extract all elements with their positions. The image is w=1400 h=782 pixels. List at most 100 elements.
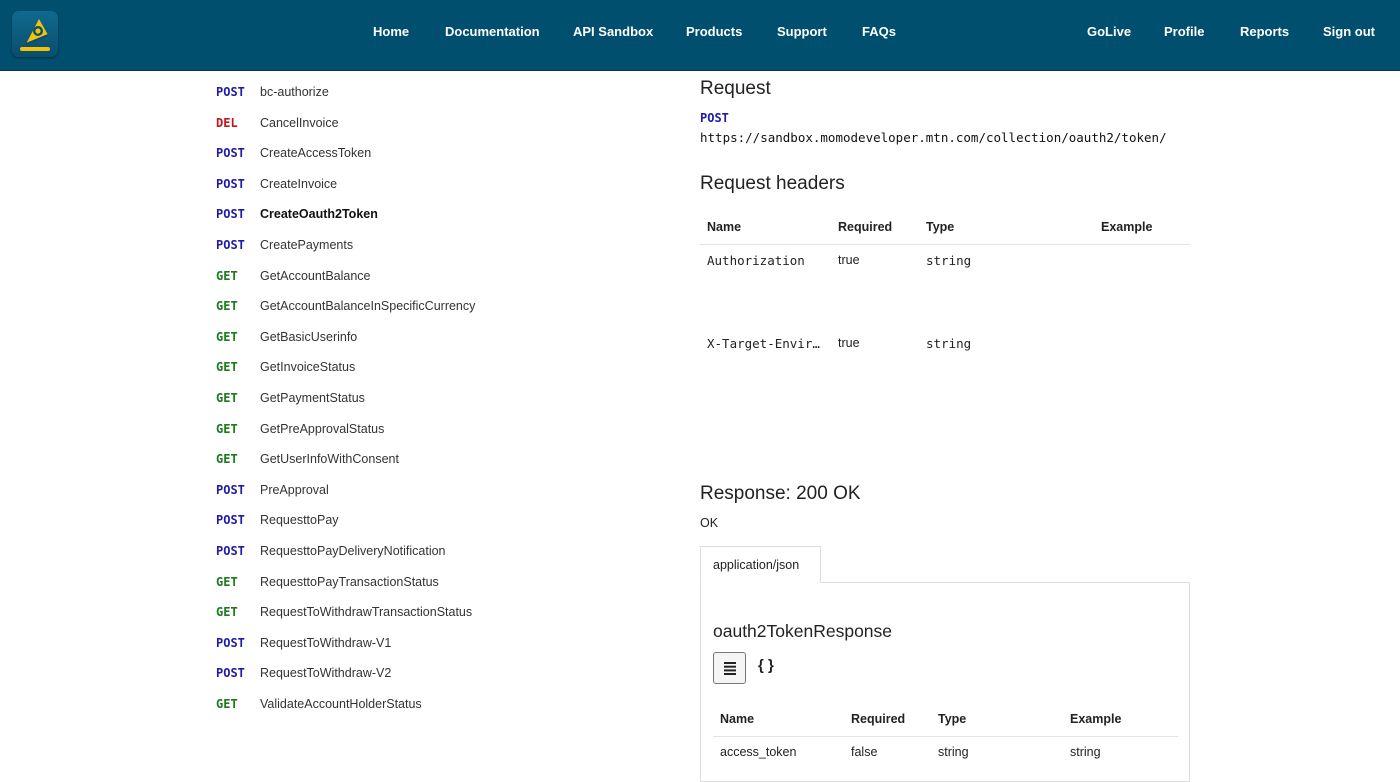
http-method-badge: POST <box>216 238 245 252</box>
operation-item-getaccountbalance[interactable]: GET GetAccountBalance <box>216 266 516 288</box>
operation-item-cancelinvoice[interactable]: DEL CancelInvoice <box>216 113 516 135</box>
operation-name: GetPaymentStatus <box>260 391 365 405</box>
schema-row-example: string <box>1070 745 1101 759</box>
operation-name: RequesttoPayDeliveryNotification <box>260 544 446 558</box>
http-method-badge: GET <box>216 575 238 589</box>
operation-item-preapproval[interactable]: POST PreApproval <box>216 480 516 502</box>
column-header-name: Name <box>720 712 755 726</box>
column-header-example: Example <box>1070 712 1122 726</box>
operation-item-createpayments[interactable]: POST CreatePayments <box>216 235 516 257</box>
request-title: Request <box>700 78 771 99</box>
http-method-badge: POST <box>216 85 245 99</box>
operation-name: PreApproval <box>260 483 329 497</box>
operation-name: ValidateAccountHolderStatus <box>260 697 422 711</box>
operation-item-bc-authorize[interactable]: POST bc-authorize <box>216 82 516 104</box>
operation-name: GetUserInfoWithConsent <box>260 452 399 466</box>
operation-item-requesttopay[interactable]: POST RequesttoPay <box>216 510 516 532</box>
header-row-name: X-Target-Envir… <box>707 336 820 351</box>
operation-name: CreateInvoice <box>260 177 338 191</box>
nav-products[interactable]: Products <box>686 24 742 39</box>
operation-item-requesttopaytransactionstatus[interactable]: GET RequesttoPayTransactionStatus <box>216 572 516 594</box>
nav-documentation[interactable]: Documentation <box>445 24 540 39</box>
operation-name: GetAccountBalanceInSpecificCurrency <box>260 299 476 313</box>
operation-item-validateaccountholderstatus[interactable]: GET ValidateAccountHolderStatus <box>216 694 516 716</box>
column-header-example: Example <box>1101 220 1153 234</box>
table-divider <box>700 244 1190 245</box>
nav-profile[interactable]: Profile <box>1164 24 1204 39</box>
http-method-badge: POST <box>216 544 245 558</box>
operation-item-getpaymentstatus[interactable]: GET GetPaymentStatus <box>216 388 516 410</box>
tab-application-json[interactable]: application/json <box>700 546 821 583</box>
column-header-type: Type <box>938 712 967 726</box>
operation-name: RequestToWithdraw-V1 <box>260 636 392 650</box>
operation-item-requesttowithdrawtransactionstatus[interactable]: GET RequestToWithdrawTransactionStatus <box>216 602 516 624</box>
http-method-badge: GET <box>216 330 238 344</box>
operation-item-requesttowithdraw-v2[interactable]: POST RequestToWithdraw-V2 <box>216 663 516 685</box>
http-method-badge: DEL <box>216 116 238 130</box>
operation-item-getaccountbalanceinspecificcurrency[interactable]: GET GetAccountBalanceInSpecificCurrency <box>216 296 516 318</box>
http-method-badge: GET <box>216 697 238 711</box>
http-method-badge: GET <box>216 422 238 436</box>
operation-name: GetInvoiceStatus <box>260 360 356 374</box>
http-method-badge: GET <box>216 391 238 405</box>
operation-name: CreateOauth2Token <box>260 207 378 221</box>
operation-item-getuserinfowithconsent[interactable]: GET GetUserInfoWithConsent <box>216 449 516 471</box>
http-method-badge: POST <box>216 513 245 527</box>
column-header-type: Type <box>926 220 955 234</box>
request-method: POST <box>700 111 729 125</box>
header-row-required: true <box>838 253 860 267</box>
nav-sign-out[interactable]: Sign out <box>1323 24 1375 39</box>
http-method-badge: POST <box>216 636 245 650</box>
operation-name: GetPreApprovalStatus <box>260 422 385 436</box>
tab-label: application/json <box>713 558 800 572</box>
schema-row-name: access_token <box>720 745 797 759</box>
http-method-badge: POST <box>216 483 245 497</box>
operation-name: CreatePayments <box>260 238 354 252</box>
operation-item-getinvoicestatus[interactable]: GET GetInvoiceStatus <box>216 357 516 379</box>
nav-golive[interactable]: GoLive <box>1087 24 1131 39</box>
operation-item-createoauth2token[interactable]: POST CreateOauth2Token <box>216 204 516 226</box>
operation-name: RequestToWithdrawTransactionStatus <box>260 605 473 619</box>
header-row-type: string <box>926 253 972 268</box>
request-headers-title: Request headers <box>700 173 845 194</box>
operation-name: RequestToWithdraw-V2 <box>260 666 392 680</box>
nav-reports[interactable]: Reports <box>1240 24 1289 39</box>
response-status-text: OK <box>700 516 719 530</box>
schema-title: oauth2TokenResponse <box>713 621 893 641</box>
schema-row-type: string <box>938 745 969 759</box>
operation-name: RequesttoPayTransactionStatus <box>260 575 439 589</box>
operation-item-createinvoice[interactable]: POST CreateInvoice <box>216 174 516 196</box>
http-method-badge: POST <box>216 207 245 221</box>
operation-item-getpreapprovalstatus[interactable]: GET GetPreApprovalStatus <box>216 419 516 441</box>
nav-faqs[interactable]: FAQs <box>862 24 896 39</box>
response-title: Response: 200 OK <box>700 483 861 504</box>
json-braces-icon[interactable]: { } <box>758 657 774 674</box>
operation-item-requesttopaydeliverynotification[interactable]: POST RequesttoPayDeliveryNotification <box>216 541 516 563</box>
http-method-badge: POST <box>216 146 245 160</box>
operation-name: RequesttoPay <box>260 513 339 527</box>
column-header-required: Required <box>851 712 906 726</box>
developer-portal-logo-icon[interactable] <box>12 11 58 57</box>
operation-item-getbasicuserinfo[interactable]: GET GetBasicUserinfo <box>216 327 516 349</box>
column-header-required: Required <box>838 220 893 234</box>
request-url: https://sandbox.momodeveloper.mtn.com/co… <box>700 130 1167 145</box>
http-method-badge: POST <box>216 177 245 191</box>
operation-name: bc-authorize <box>260 85 329 99</box>
nav-api-sandbox[interactable]: API Sandbox <box>573 24 653 39</box>
table-view-button[interactable] <box>713 652 746 684</box>
schema-row-required: false <box>851 745 878 759</box>
header-row-required: true <box>838 336 860 350</box>
header-row-type: string <box>926 336 972 351</box>
operation-item-requesttowithdraw-v1[interactable]: POST RequestToWithdraw-V1 <box>216 633 516 655</box>
operation-name: GetBasicUserinfo <box>260 330 358 344</box>
nav-support[interactable]: Support <box>777 24 827 39</box>
table-view-icon <box>724 662 736 675</box>
http-method-badge: GET <box>216 269 238 283</box>
nav-home[interactable]: Home <box>373 24 409 39</box>
http-method-badge: POST <box>216 666 245 680</box>
http-method-badge: GET <box>216 299 238 313</box>
http-method-badge: GET <box>216 605 238 619</box>
operation-item-createaccesstoken[interactable]: POST CreateAccessToken <box>216 143 516 165</box>
http-method-badge: GET <box>216 452 238 466</box>
operation-name: CancelInvoice <box>260 116 339 130</box>
